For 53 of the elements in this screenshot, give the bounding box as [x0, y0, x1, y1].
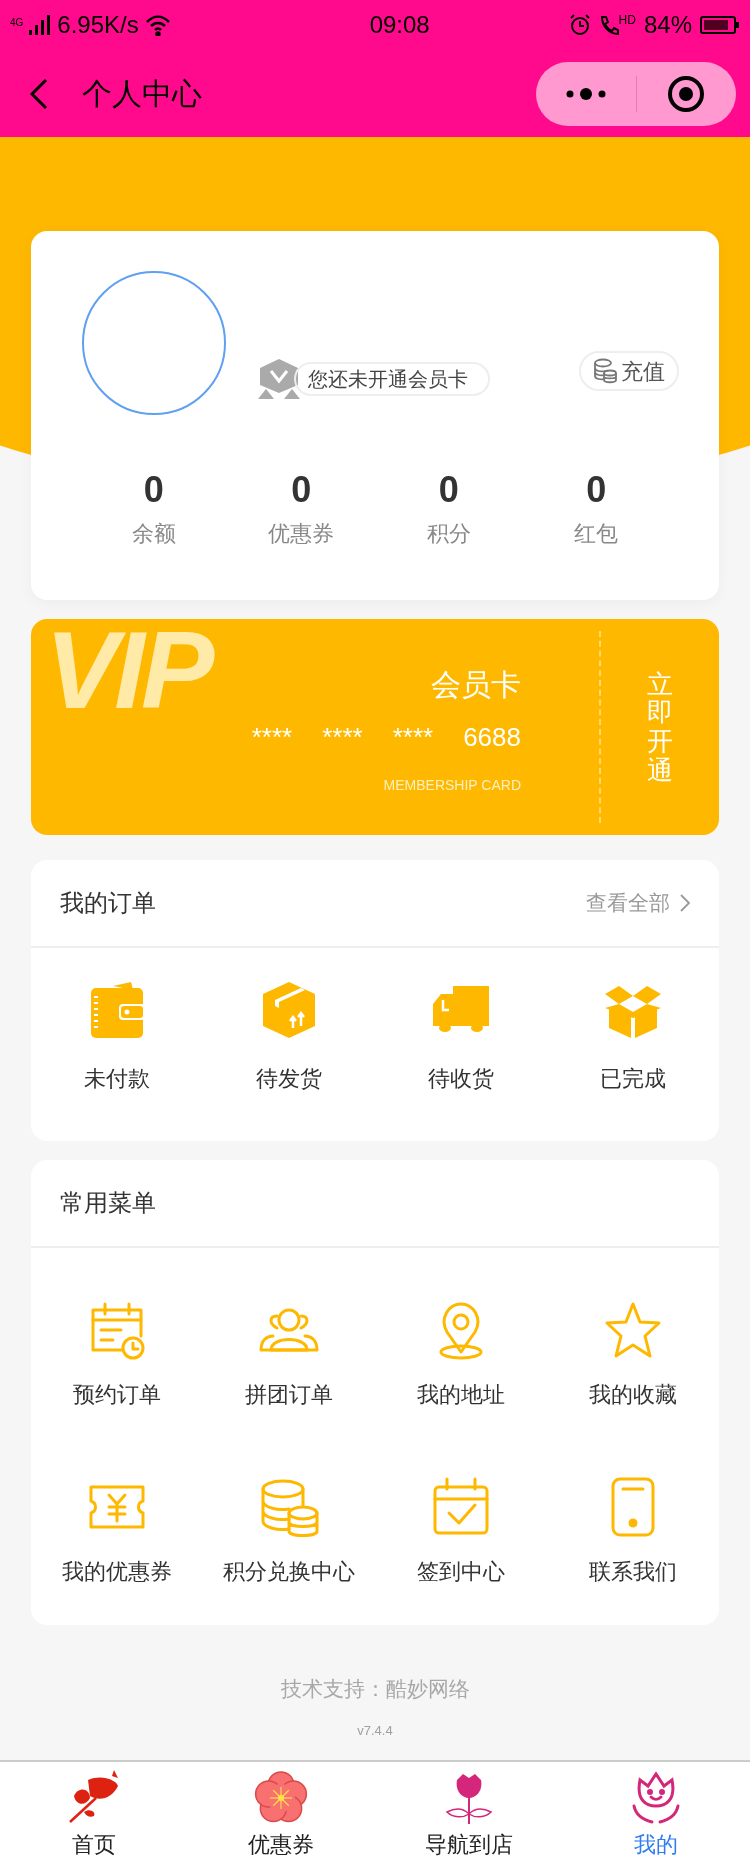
stat-value: 0: [586, 468, 607, 512]
section-title: 常用菜单: [60, 1188, 156, 1218]
stat-label[interactable]: 红包: [574, 517, 619, 550]
stat-label[interactable]: 积分: [426, 517, 471, 550]
coins-icon: [593, 358, 617, 384]
network-type: 4G: [10, 16, 24, 30]
order-status-item[interactable]: 未付款: [31, 978, 203, 1095]
recharge-button[interactable]: 充值: [579, 351, 679, 391]
order-status-item[interactable]: 待发货: [203, 978, 375, 1095]
stat-value: 0: [291, 468, 312, 512]
battery-percent: 84%: [643, 10, 692, 40]
phone-call-icon: [598, 14, 619, 36]
menu-item[interactable]: 签到中心: [375, 1475, 547, 1588]
wifi-icon: [144, 14, 171, 36]
chevron-right-icon: [680, 894, 690, 912]
menu-item[interactable]: 预约订单: [31, 1298, 203, 1411]
support-text: 技术支持：酷妙网络: [280, 1676, 470, 1702]
card-number-group: 6688: [463, 721, 521, 753]
alarm-icon: [568, 14, 591, 36]
tab[interactable]: 优惠券: [187, 1762, 375, 1869]
order-status-item[interactable]: 待收货: [375, 978, 547, 1095]
tab[interactable]: 我的: [562, 1762, 750, 1869]
member-status-badge: 您还未开通会员卡: [294, 362, 490, 396]
menu-item[interactable]: 拼团订单: [203, 1298, 375, 1411]
avatar[interactable]: [82, 271, 226, 415]
card-subtitle: MEMBERSHIP CARD: [383, 776, 521, 795]
stat-value: 0: [143, 468, 164, 512]
stat-value: 0: [438, 468, 459, 512]
hd-label: HD: [618, 14, 636, 26]
menu-item[interactable]: 联系我们: [547, 1475, 719, 1588]
target-icon: [666, 73, 707, 114]
stat-label[interactable]: 优惠券: [268, 517, 335, 550]
tab[interactable]: 首页: [0, 1762, 188, 1869]
card-number-group: ****: [251, 721, 293, 753]
card-title: 会员卡: [431, 667, 521, 703]
tab[interactable]: 导航到店: [375, 1762, 563, 1869]
menu-item[interactable]: 我的收藏: [547, 1298, 719, 1411]
card-number-group: ****: [322, 721, 363, 753]
menu-item[interactable]: 我的地址: [375, 1298, 547, 1411]
network-speed: 6.95K/s: [57, 10, 139, 40]
section-title: 我的订单: [60, 888, 156, 918]
battery-icon: [700, 15, 740, 35]
menu-item[interactable]: 我的优惠券: [31, 1475, 203, 1588]
clock-time: 09:08: [369, 10, 430, 40]
version-text: v7.4.4: [357, 1721, 393, 1740]
card-number-group: ****: [392, 721, 434, 753]
page-title: 个人中心: [82, 76, 202, 112]
order-status-item[interactable]: 已完成: [547, 978, 719, 1095]
vip-watermark: VIP: [45, 619, 211, 725]
menu-item[interactable]: 积分兑换中心: [203, 1475, 375, 1588]
stat-label[interactable]: 余额: [131, 517, 176, 550]
vip-shield-icon: [258, 359, 300, 399]
signal-icon: [29, 14, 52, 36]
